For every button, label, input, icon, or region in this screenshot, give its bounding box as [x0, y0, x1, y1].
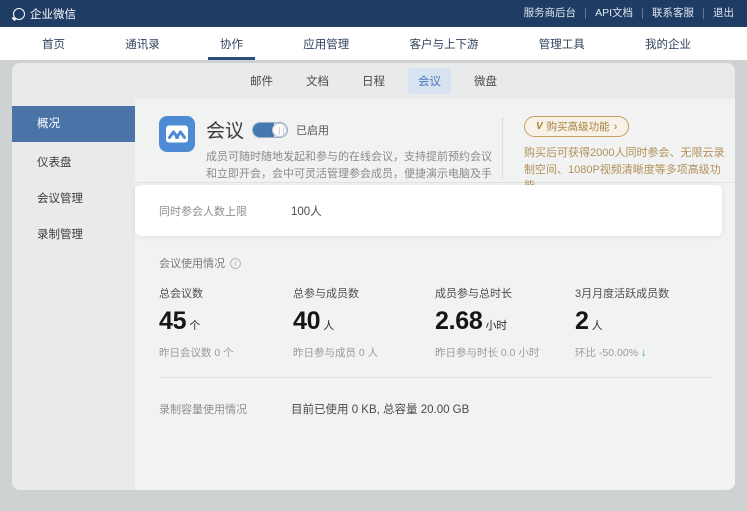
main-card: 邮件 文档 日程 会议 微盘 概况 仪表盘 会议管理 录制管理 [12, 63, 735, 490]
top-link-logout[interactable]: 退出 [704, 8, 734, 19]
tab-mail[interactable]: 邮件 [240, 68, 283, 94]
stat-total-meetings: 总会议数 45个 昨日会议数 0 个 [159, 285, 293, 360]
brand: 企业微信 [13, 6, 76, 22]
nav-item-home[interactable]: 首页 [42, 27, 65, 60]
stat-label: 成员参与总时长 [435, 285, 575, 301]
usage-section: 会议使用情况 i 总会议数 45个 昨日会议数 0 个 总参与成员数 40人 昨… [135, 236, 735, 360]
card-body: 概况 仪表盘 会议管理 录制管理 [12, 99, 735, 490]
sidebar: 概况 仪表盘 会议管理 录制管理 [12, 99, 135, 490]
usage-section-title: 会议使用情况 i [159, 255, 711, 271]
stat-value: 40 [293, 307, 320, 335]
stat-unit: 小时 [485, 320, 506, 332]
stat-sub: 环比 -50.00%↓ [575, 345, 669, 360]
top-bar: 企业微信 服务商后台 API文档 联系客服 退出 [0, 0, 747, 27]
tab-meeting[interactable]: 会议 [408, 68, 451, 94]
sidebar-item-recording-management[interactable]: 录制管理 [12, 220, 135, 250]
meeting-app-icon [159, 116, 195, 152]
nav-item-admin-tools[interactable]: 管理工具 [539, 27, 585, 60]
nav-item-contacts[interactable]: 通讯录 [125, 27, 160, 60]
vip-icon: V [536, 121, 543, 132]
page-background: 邮件 文档 日程 会议 微盘 概况 仪表盘 会议管理 录制管理 [0, 60, 747, 511]
stat-label: 总会议数 [159, 285, 293, 301]
stat-monthly-active: 3月月度活跃成员数 2人 环比 -50.00%↓ [575, 285, 669, 360]
stat-sub: 昨日参与成员 0 人 [293, 345, 435, 360]
nav-item-my-company[interactable]: 我的企业 [645, 27, 691, 60]
top-link-provider-console[interactable]: 服务商后台 [515, 8, 587, 19]
stat-total-duration: 成员参与总时长 2.68小时 昨日参与时长 0.0 小时 [435, 285, 575, 360]
recording-capacity-row: 录制容量使用情况 目前已使用 0 KB, 总容量 20.00 GB [135, 378, 735, 440]
nav-item-collaboration[interactable]: 协作 [220, 27, 243, 60]
stat-value: 2.68 [435, 307, 482, 335]
usage-title-text: 会议使用情况 [159, 255, 225, 271]
usage-stats: 总会议数 45个 昨日会议数 0 个 总参与成员数 40人 昨日参与成员 0 人… [159, 285, 711, 360]
sidebar-item-dashboard[interactable]: 仪表盘 [12, 148, 135, 178]
wechat-work-logo-icon [13, 8, 25, 20]
buy-premium-label: 购买高级功能 [547, 119, 610, 134]
meeting-app-summary: 会议 已启用 成员可随时随地发起和参与的在线会议，支持提前预约会议和立即开会，会… [206, 116, 492, 182]
meeting-app-header: 会议 已启用 成员可随时随地发起和参与的在线会议，支持提前预约会议和立即开会，会… [135, 99, 735, 183]
capacity-value: 100人 [291, 203, 322, 219]
info-icon[interactable]: i [230, 258, 241, 269]
nav-item-customers[interactable]: 客户与上下游 [410, 27, 479, 60]
content-panel: 会议 已启用 成员可随时随地发起和参与的在线会议，支持提前预约会议和立即开会，会… [135, 99, 735, 490]
sidebar-item-overview[interactable]: 概况 [12, 106, 135, 142]
top-link-api-docs[interactable]: API文档 [586, 8, 643, 19]
recording-label: 录制容量使用情况 [159, 401, 291, 417]
capacity-highlight-row: 同时参会人数上限 100人 [135, 185, 722, 236]
stat-unit: 个 [189, 320, 200, 332]
recording-value: 目前已使用 0 KB, 总容量 20.00 GB [291, 401, 469, 417]
stat-total-participants: 总参与成员数 40人 昨日参与成员 0 人 [293, 285, 435, 360]
collaboration-subtabs: 邮件 文档 日程 会议 微盘 [12, 63, 735, 99]
toggle-knob-icon [272, 123, 287, 137]
enabled-status-label: 已启用 [296, 122, 329, 138]
stat-label: 总参与成员数 [293, 285, 435, 301]
top-link-contact-support[interactable]: 联系客服 [643, 8, 704, 19]
tab-drive[interactable]: 微盘 [464, 68, 507, 94]
primary-nav: 首页 通讯录 协作 应用管理 客户与上下游 管理工具 我的企业 [0, 27, 747, 60]
brand-name: 企业微信 [30, 6, 76, 22]
tab-calendar[interactable]: 日程 [352, 68, 395, 94]
nav-item-apps[interactable]: 应用管理 [303, 27, 349, 60]
stat-sub: 昨日会议数 0 个 [159, 345, 293, 360]
capacity-label: 同时参会人数上限 [159, 203, 291, 219]
stat-value: 2 [575, 307, 589, 335]
stat-sub-text: 环比 -50.00% [575, 347, 638, 359]
enable-toggle[interactable] [252, 122, 288, 138]
buy-premium-button[interactable]: V 购买高级功能 › [524, 116, 629, 137]
stat-sub: 昨日参与时长 0.0 小时 [435, 345, 575, 360]
chevron-right-icon: › [614, 121, 618, 133]
app-title: 会议 [206, 116, 244, 143]
tab-docs[interactable]: 文档 [296, 68, 339, 94]
premium-promo: V 购买高级功能 › 购买后可获得2000人同时参会、无限云录制空间、1080P… [503, 116, 725, 182]
stat-label: 3月月度活跃成员数 [575, 285, 669, 301]
trend-down-arrow-icon: ↓ [641, 347, 646, 359]
top-links: 服务商后台 API文档 联系客服 退出 [515, 8, 734, 19]
sidebar-item-meeting-management[interactable]: 会议管理 [12, 184, 135, 214]
stat-value: 45 [159, 307, 186, 335]
stat-unit: 人 [592, 320, 603, 332]
stat-unit: 人 [323, 320, 334, 332]
